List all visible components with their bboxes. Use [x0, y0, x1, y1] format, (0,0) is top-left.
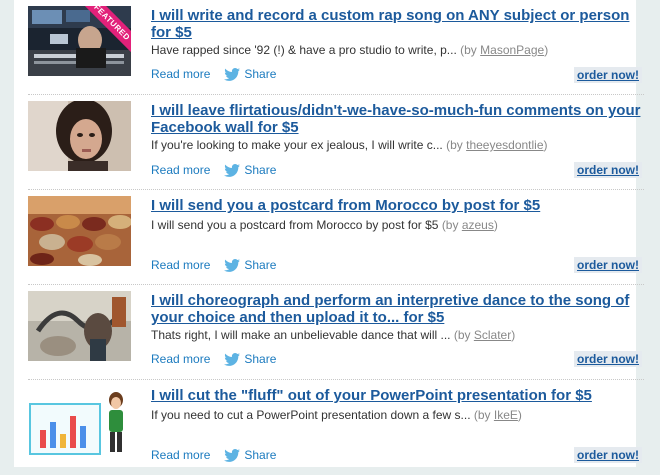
- by-suffix: ): [543, 138, 548, 152]
- gig-thumbnail[interactable]: [28, 291, 131, 361]
- order-now-button[interactable]: order now!: [574, 447, 642, 463]
- by-suffix: ): [517, 408, 522, 422]
- gig-description: Thats right, I will make an unbelievable…: [151, 328, 631, 343]
- gig-item: I will cut the "fluff" out of your Power…: [28, 380, 644, 475]
- gig-title-link[interactable]: I will leave flirtatious/didn't-we-have-…: [151, 102, 646, 136]
- order-now-button[interactable]: order now!: [574, 67, 642, 83]
- gig-actions: Read more Share: [151, 257, 276, 273]
- by-suffix: ): [544, 43, 549, 57]
- description-text: Thats right, I will make an unbelievable…: [151, 328, 451, 342]
- gig-title-link[interactable]: I will cut the "fluff" out of your Power…: [151, 387, 646, 404]
- gig-actions: Read more Share: [151, 351, 276, 367]
- author-link[interactable]: IkeE: [494, 408, 518, 422]
- gig-list: FEATURED I will write and record a custo…: [14, 0, 644, 467]
- read-more-link[interactable]: Read more: [151, 163, 210, 177]
- description-text: If you need to cut a PowerPoint presenta…: [151, 408, 471, 422]
- author-link[interactable]: MasonPage: [480, 43, 544, 57]
- author-link[interactable]: theeyesdontlie: [466, 138, 543, 152]
- read-more-link[interactable]: Read more: [151, 67, 210, 81]
- share-link[interactable]: Share: [244, 258, 276, 272]
- description-text: I will send you a postcard from Morocco …: [151, 218, 439, 232]
- gig-description: If you need to cut a PowerPoint presenta…: [151, 408, 631, 423]
- description-text: If you're looking to make your ex jealou…: [151, 138, 443, 152]
- gig-thumbnail[interactable]: [28, 101, 131, 171]
- gig-item: I will choreograph and perform an interp…: [28, 285, 644, 380]
- gig-actions: Read more Share: [151, 66, 276, 82]
- by-prefix: (by: [473, 408, 494, 422]
- read-more-link[interactable]: Read more: [151, 352, 210, 366]
- order-now-button[interactable]: order now!: [574, 162, 642, 178]
- order-now-button[interactable]: order now!: [574, 351, 642, 367]
- gig-item: FEATURED I will write and record a custo…: [28, 0, 644, 95]
- by-prefix: (by: [460, 43, 481, 57]
- twitter-bird-icon[interactable]: [224, 68, 241, 82]
- author-link[interactable]: Sclater: [474, 328, 511, 342]
- gig-thumbnail[interactable]: [28, 196, 131, 266]
- gig-title-link[interactable]: I will choreograph and perform an interp…: [151, 292, 646, 326]
- dance-photo: [28, 291, 131, 361]
- twitter-bird-icon[interactable]: [224, 259, 241, 273]
- gig-thumbnail[interactable]: FEATURED: [28, 6, 131, 76]
- by-suffix: ): [511, 328, 516, 342]
- author-link[interactable]: azeus: [462, 218, 494, 232]
- morocco-tannery-photo: [28, 196, 131, 266]
- gig-actions: Read more Share: [151, 162, 276, 178]
- description-text: Have rapped since '92 (!) & have a pro s…: [151, 43, 457, 57]
- share-link[interactable]: Share: [244, 163, 276, 177]
- gig-title-link[interactable]: I will send you a postcard from Morocco …: [151, 197, 646, 214]
- gig-item: I will send you a postcard from Morocco …: [28, 190, 644, 285]
- order-now-button[interactable]: order now!: [574, 257, 642, 273]
- share-link[interactable]: Share: [244, 67, 276, 81]
- gig-title-link[interactable]: I will write and record a custom rap son…: [151, 7, 646, 41]
- presentation-illustration: [28, 386, 131, 456]
- gig-description: If you're looking to make your ex jealou…: [151, 138, 631, 153]
- by-suffix: ): [493, 218, 498, 232]
- read-more-link[interactable]: Read more: [151, 258, 210, 272]
- twitter-bird-icon[interactable]: [224, 164, 241, 178]
- gig-item: I will leave flirtatious/didn't-we-have-…: [28, 95, 644, 190]
- share-link[interactable]: Share: [244, 448, 276, 462]
- woman-portrait-photo: [28, 101, 131, 171]
- twitter-bird-icon[interactable]: [224, 353, 241, 367]
- by-prefix: (by: [453, 328, 474, 342]
- gig-thumbnail[interactable]: [28, 386, 131, 456]
- gig-actions: Read more Share: [151, 447, 276, 463]
- share-link[interactable]: Share: [244, 352, 276, 366]
- twitter-bird-icon[interactable]: [224, 449, 241, 463]
- by-prefix: (by: [441, 218, 462, 232]
- read-more-link[interactable]: Read more: [151, 448, 210, 462]
- gig-description: Have rapped since '92 (!) & have a pro s…: [151, 43, 631, 58]
- gig-description: I will send you a postcard from Morocco …: [151, 218, 631, 233]
- by-prefix: (by: [446, 138, 467, 152]
